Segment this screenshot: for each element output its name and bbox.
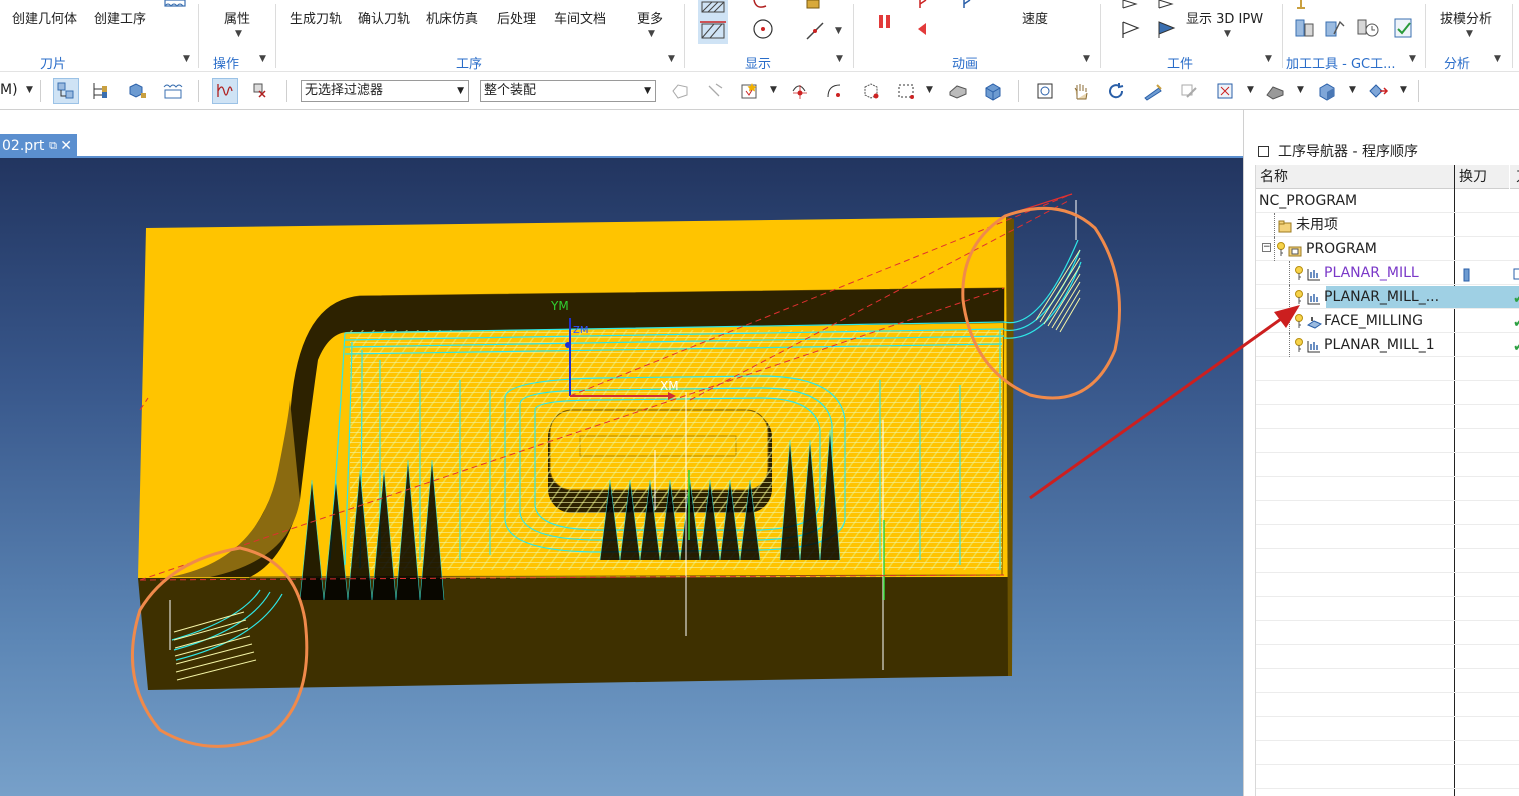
annotation-arrow <box>1029 305 1300 500</box>
arrow-head <box>1274 305 1300 328</box>
nx-cam-window: 创建几何体 创建工序 刀片 ▼ 属性 ▼ 操作 ▼ 生成刀轨 确认刀轨 机床仿真… <box>0 0 1519 796</box>
arrow-shaft <box>1029 312 1289 500</box>
